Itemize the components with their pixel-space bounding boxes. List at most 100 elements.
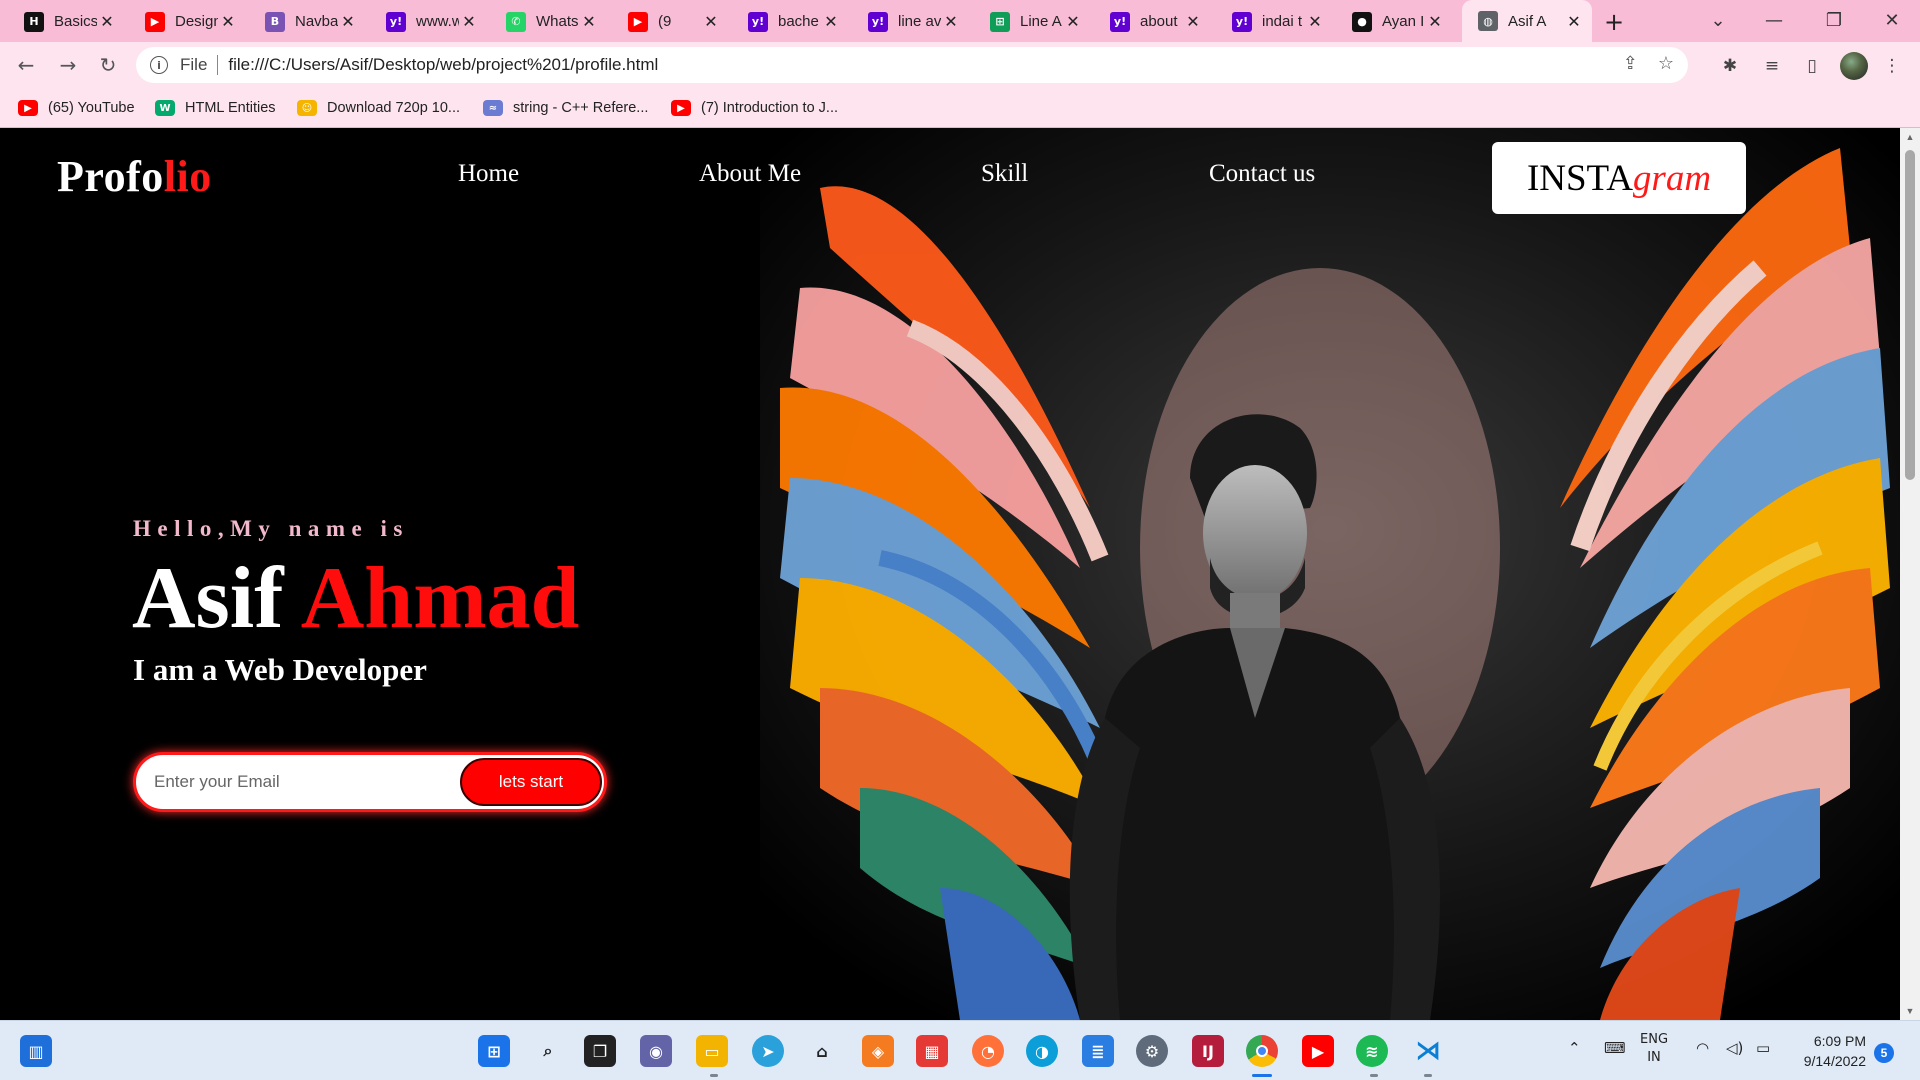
widgets-icon[interactable]: ▥: [20, 1035, 52, 1067]
notepad-icon[interactable]: ≣: [1082, 1035, 1114, 1067]
browser-tab[interactable]: y! about ✕: [1094, 5, 1211, 38]
intellij-icon[interactable]: IJ: [1192, 1035, 1224, 1067]
nav-contact-us[interactable]: Contact us: [1209, 160, 1315, 188]
address-bar[interactable]: i File file:///C:/Users/Asif/Desktop/web…: [136, 47, 1688, 83]
nav-skill[interactable]: Skill: [981, 160, 1028, 188]
scroll-up-arrow-icon[interactable]: ▲: [1905, 132, 1915, 142]
url-text[interactable]: file:///C:/Users/Asif/Desktop/web/projec…: [228, 55, 658, 75]
browser-tab[interactable]: y! line av ✕: [852, 5, 969, 38]
restore-button[interactable]: ❐: [1816, 6, 1852, 34]
youtube-app-icon[interactable]: ▶: [1302, 1035, 1334, 1067]
browser-tab[interactable]: y! bache ✕: [732, 5, 849, 38]
close-tab-icon[interactable]: ✕: [1425, 12, 1445, 32]
nav-home[interactable]: Home: [458, 160, 519, 188]
browser-tab[interactable]: y! www.w ✕: [370, 5, 487, 38]
office-app-icon[interactable]: ▦: [916, 1035, 948, 1067]
tab-title: Line A: [1020, 13, 1062, 30]
yahoo-icon: y!: [868, 11, 888, 32]
language-indicator[interactable]: ENG IN: [1640, 1031, 1668, 1067]
site-info-icon[interactable]: i: [150, 56, 168, 74]
scrollbar-thumb[interactable]: [1905, 150, 1915, 480]
reload-button[interactable]: ↻: [94, 51, 122, 79]
firefox-icon[interactable]: ◔: [972, 1035, 1004, 1067]
browser-tab[interactable]: ▶ Design ✕: [129, 5, 246, 38]
bookmark-item[interactable]: ☺ Download 720p 10...: [297, 96, 460, 120]
task-view-icon[interactable]: ❐: [584, 1035, 616, 1067]
media-app-icon[interactable]: ◈: [862, 1035, 894, 1067]
start-button-icon[interactable]: ⊞: [478, 1035, 510, 1067]
forward-button[interactable]: →: [54, 51, 82, 79]
bookmark-item[interactable]: ▶ (65) YouTube: [18, 96, 135, 120]
bookmark-item[interactable]: ▶ (7) Introduction to J...: [671, 96, 838, 120]
close-tab-icon[interactable]: ✕: [1183, 12, 1203, 32]
yahoo-icon: y!: [748, 11, 768, 32]
back-button[interactable]: ←: [12, 51, 40, 79]
chat-icon[interactable]: ◉: [640, 1035, 672, 1067]
browser-tab[interactable]: ⊞ Line A ✕: [974, 5, 1091, 38]
close-tab-icon[interactable]: ✕: [218, 12, 238, 32]
page-scrollbar[interactable]: ▲ ▼: [1900, 128, 1920, 1020]
bookmark-item[interactable]: W HTML Entities: [155, 96, 276, 120]
bookmark-star-icon[interactable]: ☆: [1658, 53, 1674, 74]
browser-tab[interactable]: B Navba ✕: [249, 5, 366, 38]
browser-tab[interactable]: ✆ Whats ✕: [490, 5, 607, 38]
nav-about-me[interactable]: About Me: [699, 160, 801, 188]
menu-kebab-icon[interactable]: ⋮: [1880, 54, 1904, 78]
browser-tab[interactable]: ◍ Asif A ✕: [1462, 0, 1592, 42]
extensions-icon[interactable]: ✱: [1718, 54, 1742, 78]
site-logo[interactable]: Profolio: [57, 151, 212, 202]
last-name: Ahmad: [300, 550, 580, 647]
vscode-icon[interactable]: ⋊: [1412, 1035, 1444, 1067]
browser-tab[interactable]: ● Ayan I ✕: [1336, 5, 1453, 38]
file-explorer-icon[interactable]: ▭: [696, 1035, 728, 1067]
close-tab-icon[interactable]: ✕: [579, 12, 599, 32]
close-window-button[interactable]: ✕: [1874, 6, 1910, 34]
tray-chevron-icon[interactable]: ⌃: [1568, 1039, 1581, 1057]
browser-toolbar: ← → ↻ i File file:///C:/Users/Asif/Deskt…: [0, 42, 1920, 88]
tab-search-chevron-icon[interactable]: ⌄: [1700, 6, 1736, 34]
battery-icon[interactable]: ▭: [1756, 1039, 1770, 1057]
spotify-icon[interactable]: ≋: [1356, 1035, 1388, 1067]
tab-title: bache: [778, 13, 819, 30]
close-tab-icon[interactable]: ✕: [97, 12, 117, 32]
bookmark-label: (7) Introduction to J...: [701, 100, 839, 116]
wifi-icon[interactable]: ◠: [1696, 1039, 1709, 1057]
search-icon[interactable]: ⌕: [532, 1035, 564, 1067]
browser-tab[interactable]: ▶ (9 ✕: [612, 5, 729, 38]
profile-avatar[interactable]: [1840, 52, 1868, 80]
close-tab-icon[interactable]: ✕: [1305, 12, 1325, 32]
browser-tab[interactable]: H Basics ✕: [8, 5, 125, 38]
logo-main-text: Profo: [57, 152, 164, 201]
settings-gear-icon[interactable]: ⚙: [1136, 1035, 1168, 1067]
tab-strip: H Basics ✕ ▶ Design ✕ B Navba ✕ y! www.w ✕ ✆ Whats ✕ ▶(…: [0, 0, 1920, 42]
keyboard-icon[interactable]: ⌨: [1604, 1039, 1626, 1057]
tab-title: Ayan I: [1382, 13, 1425, 30]
close-tab-icon[interactable]: ✕: [1564, 11, 1584, 31]
chrome-icon[interactable]: [1246, 1035, 1278, 1067]
clock-time: 6:09 PM: [1813, 1033, 1866, 1049]
edge-icon[interactable]: ◑: [1026, 1035, 1058, 1067]
close-tab-icon[interactable]: ✕: [821, 12, 841, 32]
email-input[interactable]: [154, 767, 454, 797]
store-icon[interactable]: ⌂: [806, 1035, 838, 1067]
instagram-button[interactable]: INSTA gram: [1492, 142, 1746, 214]
browser-tab[interactable]: y! indai t ✕: [1216, 5, 1333, 38]
side-panel-icon[interactable]: ▯: [1800, 54, 1824, 78]
insta-accent-text: gram: [1632, 157, 1712, 199]
close-tab-icon[interactable]: ✕: [941, 12, 961, 32]
bookmark-item[interactable]: ≈ string - C++ Refere...: [483, 96, 648, 120]
minimize-button[interactable]: —: [1756, 6, 1792, 34]
new-tab-button[interactable]: +: [1600, 8, 1628, 36]
close-tab-icon[interactable]: ✕: [338, 12, 358, 32]
lets-start-button[interactable]: lets start: [460, 758, 602, 806]
reading-list-icon[interactable]: ≡: [1760, 54, 1784, 78]
scroll-down-arrow-icon[interactable]: ▼: [1905, 1006, 1915, 1016]
volume-icon[interactable]: ◁): [1726, 1039, 1743, 1057]
close-tab-icon[interactable]: ✕: [1063, 12, 1083, 32]
telegram-icon[interactable]: ➤: [752, 1035, 784, 1067]
close-tab-icon[interactable]: ✕: [459, 12, 479, 32]
share-icon[interactable]: ⇪: [1623, 53, 1638, 74]
notification-badge[interactable]: 5: [1874, 1043, 1894, 1063]
clock[interactable]: 6:09 PM 9/14/2022: [1780, 1031, 1866, 1071]
close-tab-icon[interactable]: ✕: [701, 12, 721, 32]
